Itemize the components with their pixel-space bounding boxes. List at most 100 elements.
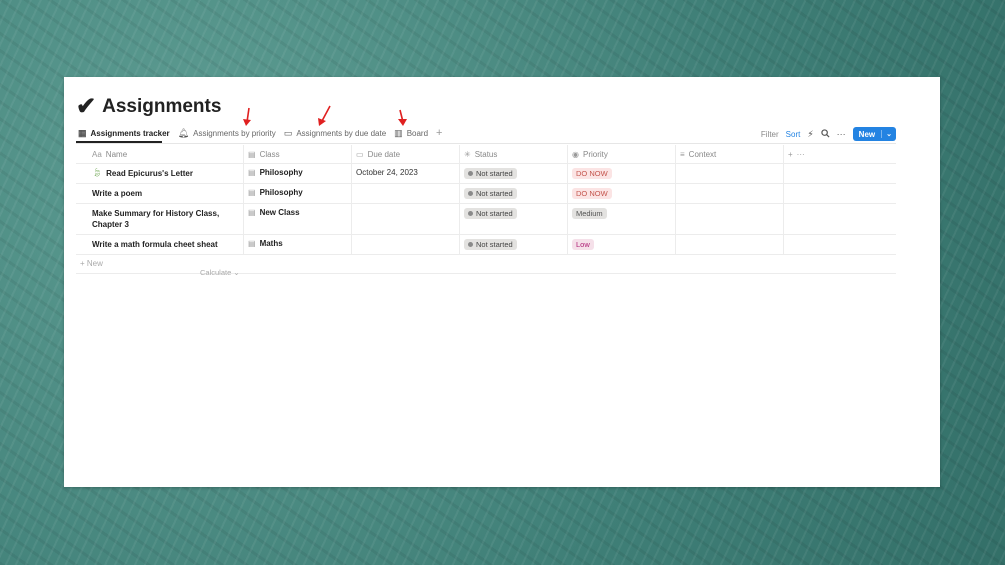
cell-class[interactable]: ▤ Philosophy xyxy=(244,184,352,203)
more-options-icon[interactable]: ··· xyxy=(837,129,846,139)
tab-assignments-by-priority[interactable]: 🔔︎ Assignments by priority xyxy=(178,128,276,139)
priority-badge: DO NOW xyxy=(572,188,612,199)
header-status[interactable]: ✳︎ Status xyxy=(460,145,568,163)
status-dot xyxy=(468,171,473,176)
more-options-icon[interactable]: ··· xyxy=(797,150,805,159)
header-due-date[interactable]: ▭ Due date xyxy=(352,145,460,163)
cell-context[interactable] xyxy=(676,204,784,234)
calendar-icon: ▭ xyxy=(356,149,364,159)
cell-name[interactable]: Write a poem xyxy=(76,184,244,203)
notion-page: ✔ Assignments ▦ Assignments tracker 🔔︎ A… xyxy=(64,77,940,487)
cell-context[interactable] xyxy=(676,164,784,183)
header-label: Status xyxy=(474,149,498,159)
assignment-name: Read Epicurus's Letter xyxy=(106,169,193,178)
cell-empty xyxy=(784,164,896,183)
header-class[interactable]: ▤ Class xyxy=(244,145,352,163)
table-row[interactable]: 🍃︎ Read Epicurus's Letter ▤ Philosophy O… xyxy=(76,164,896,184)
header-label: Priority xyxy=(582,149,608,159)
relation-icon: ▤ xyxy=(248,149,256,159)
cell-class[interactable]: ▤ New Class xyxy=(244,204,352,234)
status-badge: Not started xyxy=(464,168,517,179)
cell-due-date[interactable]: October 24, 2023 xyxy=(352,164,460,183)
cell-name[interactable]: 🍃︎ Read Epicurus's Letter xyxy=(76,164,244,183)
cell-name[interactable]: Make Summary for History Class, Chapter … xyxy=(76,204,244,234)
status-dot xyxy=(468,242,473,247)
page-icon: ▤ xyxy=(248,208,256,217)
due-date-value: October 24, 2023 xyxy=(356,168,418,177)
bell-icon: 🔔︎ xyxy=(177,127,190,138)
tab-assignments-tracker[interactable]: ▦ Assignments tracker xyxy=(78,128,170,139)
text-lines-icon: ≡ xyxy=(680,149,685,159)
checkmark-icon: ✔ xyxy=(76,93,97,120)
cell-priority[interactable]: DO NOW xyxy=(568,184,676,203)
status-label: Not started xyxy=(476,189,513,198)
cell-priority[interactable]: Medium xyxy=(568,204,676,234)
select-icon: ◉ xyxy=(572,149,579,159)
annotation-arrow-priority xyxy=(243,107,251,126)
table-row[interactable]: Write a math formula cheet sheat ▤ Maths… xyxy=(76,235,896,255)
status-dot xyxy=(468,211,473,216)
header-actions: + ··· xyxy=(784,145,896,163)
cell-status[interactable]: Not started xyxy=(460,204,568,234)
cell-class[interactable]: ▤ Philosophy xyxy=(244,164,352,183)
assignment-name: Make Summary for History Class, Chapter … xyxy=(92,209,220,229)
new-button[interactable]: New ⌄ xyxy=(852,127,896,141)
table-row[interactable]: Make Summary for History Class, Chapter … xyxy=(76,204,896,235)
search-icon[interactable] xyxy=(820,128,830,140)
page-title: Assignments xyxy=(102,96,222,117)
page-icon: ▤ xyxy=(248,239,256,248)
cell-priority[interactable]: DO NOW xyxy=(568,164,676,183)
cell-status[interactable]: Not started xyxy=(460,164,568,183)
add-view-button[interactable]: + xyxy=(436,127,442,139)
cell-context[interactable] xyxy=(676,235,784,254)
cell-due-date[interactable] xyxy=(352,235,460,254)
cell-name[interactable]: Write a math formula cheet sheat xyxy=(76,235,244,254)
board-icon: ▥ xyxy=(394,127,403,138)
cell-class[interactable]: ▤ Maths xyxy=(244,235,352,254)
status-badge: Not started xyxy=(464,188,517,199)
add-property-icon[interactable]: + xyxy=(788,150,793,159)
cell-status[interactable]: Not started xyxy=(460,184,568,203)
class-value: New Class xyxy=(259,208,300,217)
header-name[interactable]: Aa Name xyxy=(76,145,244,163)
header-priority[interactable]: ◉ Priority xyxy=(568,145,676,163)
header-context[interactable]: ≡ Context xyxy=(676,145,784,163)
calculate-button[interactable]: Calculate ⌄ xyxy=(200,268,240,277)
header-label: Due date xyxy=(367,149,401,159)
filter-button[interactable]: Filter xyxy=(761,130,779,139)
status-badge: Not started xyxy=(464,208,517,219)
table-row[interactable]: Write a poem ▤ Philosophy Not started DO… xyxy=(76,184,896,204)
sort-button[interactable]: Sort xyxy=(786,130,801,139)
status-label: Not started xyxy=(476,240,513,249)
tabs-divider xyxy=(76,143,896,144)
assignment-name: Write a math formula cheet sheat xyxy=(92,240,218,249)
cell-empty xyxy=(784,184,896,203)
cell-status[interactable]: Not started xyxy=(460,235,568,254)
cell-due-date[interactable] xyxy=(352,204,460,234)
tab-assignments-by-due-date[interactable]: ▭ Assignments by due date xyxy=(284,128,386,139)
chevron-down-icon[interactable]: ⌄ xyxy=(881,130,896,138)
priority-badge: Low xyxy=(572,239,594,250)
cell-due-date[interactable] xyxy=(352,184,460,203)
cell-empty xyxy=(784,235,896,254)
class-value: Philosophy xyxy=(259,188,303,197)
cell-context[interactable] xyxy=(676,184,784,203)
add-row-button[interactable]: + New xyxy=(76,255,896,274)
status-badge: Not started xyxy=(464,239,517,250)
status-label: Not started xyxy=(476,169,513,178)
page-icon: ▤ xyxy=(248,168,256,177)
priority-badge: DO NOW xyxy=(572,168,612,179)
tab-label: Board xyxy=(406,128,429,138)
lightning-icon[interactable]: ⚡︎ xyxy=(807,129,813,140)
header-label: Context xyxy=(688,149,717,159)
view-toolbar: Filter Sort ⚡︎ ··· New ⌄ xyxy=(761,127,896,141)
page-icon: ▤ xyxy=(248,188,256,197)
cell-priority[interactable]: Low xyxy=(568,235,676,254)
class-value: Philosophy xyxy=(259,168,303,177)
calendar-icon: ▭ xyxy=(283,127,293,138)
calculate-label: Calculate xyxy=(200,268,232,277)
new-button-label: New xyxy=(858,129,876,139)
view-tabs: ▦ Assignments tracker 🔔︎ Assignments by … xyxy=(78,127,442,139)
tab-board[interactable]: ▥ Board xyxy=(394,128,428,139)
table-header-row: Aa Name ▤ Class ▭ Due date ✳︎ Status ◉ P… xyxy=(76,145,896,164)
